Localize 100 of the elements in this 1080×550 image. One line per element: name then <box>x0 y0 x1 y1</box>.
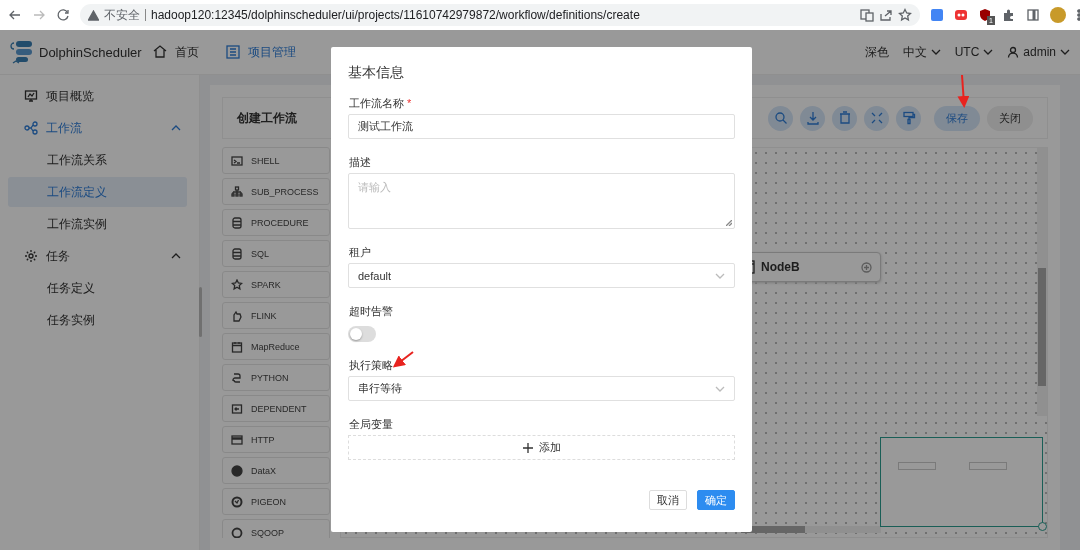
theme-toggle[interactable]: 深色 <box>864 43 889 61</box>
user-menu[interactable]: admin <box>1007 45 1070 59</box>
trash-icon <box>837 111 852 125</box>
toolbar-button[interactable] <box>768 105 793 131</box>
address-bar[interactable]: 不安全 hadoop120:12345/dolphinscheduler/ui/projects/11610742979872/workflow/definitions/create <box>80 4 920 26</box>
list-icon <box>225 44 241 60</box>
extension-icon[interactable] <box>930 8 944 22</box>
page-title: 创建工作流 <box>237 109 297 127</box>
loop-icon <box>231 371 243 384</box>
nav-tab[interactable]: 项目管理 <box>225 43 296 61</box>
dialog-title: 基本信息 <box>348 63 405 82</box>
sidebar-item[interactable]: 工作流 <box>8 113 187 143</box>
paint-roller-icon <box>901 111 916 125</box>
database-icon <box>231 216 243 229</box>
gear-icon <box>24 249 38 263</box>
sidebar-item[interactable]: 任务定义 <box>8 273 187 303</box>
toolbar-button[interactable] <box>800 105 825 131</box>
monitor-icon <box>24 89 38 103</box>
toolbar-button[interactable] <box>896 105 921 131</box>
task-type-item[interactable]: MapReduce <box>222 333 330 360</box>
task-type-item[interactable]: SUB_PROCESS <box>222 178 330 205</box>
add-button[interactable]: 添加 <box>348 435 735 460</box>
browser-icon <box>231 433 243 446</box>
cancel-button[interactable]: 取消 <box>649 490 687 510</box>
field-label: 租户 <box>349 246 371 258</box>
toolbar-button[interactable] <box>832 105 857 131</box>
node-label: NodeB <box>761 260 800 274</box>
database-icon <box>231 247 243 260</box>
task-type-item[interactable]: SPARK <box>222 271 330 298</box>
task-type-item[interactable]: PIGEON <box>222 488 330 515</box>
chevron-down-icon <box>983 47 994 57</box>
app-logo-text: DolphinScheduler <box>39 44 142 60</box>
toggle-switch[interactable] <box>348 326 376 342</box>
search-icon <box>773 111 788 125</box>
field-label: 执行策略 <box>349 359 393 371</box>
task-type-item[interactable]: PYTHON <box>222 364 330 391</box>
enter-icon <box>231 402 243 415</box>
toolbar-button[interactable] <box>864 105 889 131</box>
disc-icon <box>231 464 243 477</box>
timezone-dropdown[interactable]: UTC <box>954 45 994 59</box>
task-type-item[interactable]: FLINK <box>222 302 330 329</box>
extension-icon[interactable] <box>954 8 968 22</box>
calendar-icon <box>231 340 243 353</box>
field-label: 超时告警 <box>349 305 393 317</box>
url-text: hadoop120:12345/dolphinscheduler/ui/projects/11610742979872/workflow/definitions/create <box>151 8 640 22</box>
share-nodes-icon <box>24 121 38 135</box>
shield-icon[interactable] <box>978 8 992 22</box>
sidebar-item[interactable]: 任务 <box>8 241 187 271</box>
puzzle-icon[interactable] <box>1002 8 1016 22</box>
sidebar-item[interactable]: 项目概览 <box>8 81 187 111</box>
forward-icon[interactable] <box>32 8 46 22</box>
translate-icon[interactable] <box>860 8 874 22</box>
star-icon <box>231 278 243 291</box>
select-field[interactable]: 串行等待 <box>348 376 735 401</box>
scrollbar-thumb[interactable] <box>1038 268 1046 386</box>
fullscreen-icon <box>869 111 884 125</box>
chevron-down-icon <box>1060 47 1070 57</box>
field-label: 描述 <box>349 156 371 168</box>
sidebar-item[interactable]: 任务实例 <box>8 305 187 335</box>
back-icon[interactable] <box>8 8 22 22</box>
circle-icon <box>231 495 243 508</box>
field-label: 工作流名称 <box>349 97 404 109</box>
chevron-down-icon <box>930 47 941 57</box>
resize-grip-icon <box>726 220 732 226</box>
terminal-icon <box>231 154 243 167</box>
close-button[interactable]: 关闭 <box>987 105 1033 131</box>
side-panel-icon[interactable] <box>1026 8 1040 22</box>
plus-icon <box>522 442 533 453</box>
select-field[interactable]: default <box>348 263 735 288</box>
annotation-arrow <box>957 74 970 108</box>
download-icon <box>805 111 820 125</box>
hierarchy-icon <box>231 185 243 198</box>
sidebar-item[interactable]: 工作流实例 <box>8 209 187 239</box>
task-type-item[interactable]: HTTP <box>222 426 330 453</box>
user-icon <box>1007 46 1020 58</box>
task-type-item[interactable]: DEPENDENT <box>222 395 330 422</box>
field-label: 全局变量 <box>349 418 393 430</box>
star-icon[interactable] <box>898 8 912 22</box>
task-type-item[interactable]: DataX <box>222 457 330 484</box>
annotation-arrow <box>392 351 414 368</box>
required-mark: * <box>407 97 412 109</box>
warning-icon <box>88 9 99 21</box>
task-type-item[interactable]: SHELL <box>222 147 330 174</box>
plus-circle-icon[interactable] <box>861 261 872 273</box>
avatar-icon[interactable] <box>1050 7 1066 23</box>
hand-icon <box>231 309 243 322</box>
nav-tab[interactable]: 首页 <box>152 43 199 61</box>
confirm-button[interactable]: 确定 <box>697 490 735 510</box>
security-label: 不安全 <box>104 6 140 24</box>
task-type-item[interactable]: SQOOP <box>222 519 330 538</box>
reload-icon[interactable] <box>56 8 70 22</box>
sidebar-item[interactable]: 工作流关系 <box>8 145 187 175</box>
task-type-item[interactable]: SQL <box>222 240 330 267</box>
sidebar-item[interactable]: 工作流定义 <box>8 177 187 207</box>
ring-icon <box>231 526 243 538</box>
input-field[interactable]: 测试工作流 <box>348 114 735 139</box>
language-dropdown[interactable]: 中文 <box>902 43 941 61</box>
home-icon <box>152 44 168 60</box>
task-type-item[interactable]: PROCEDURE <box>222 209 330 236</box>
share-icon[interactable] <box>879 8 893 22</box>
